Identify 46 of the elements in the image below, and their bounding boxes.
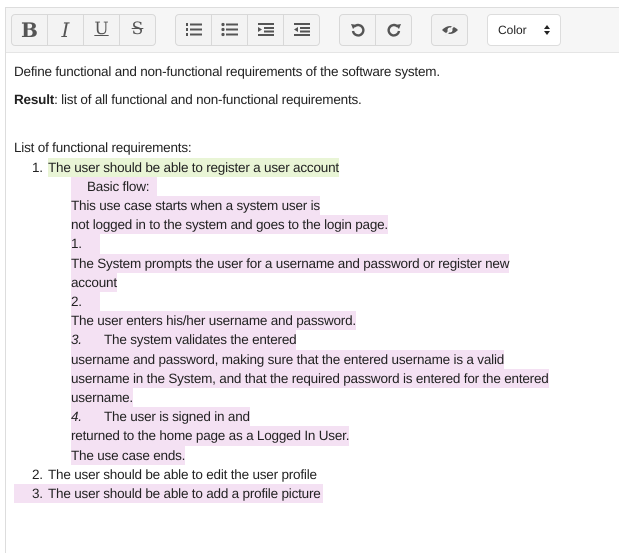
outdent-icon xyxy=(292,22,310,38)
step-text: The system validates the entered xyxy=(104,331,296,350)
indent-button[interactable] xyxy=(247,14,284,46)
flow-text: username and password, making sure that the entered username is a valid xyxy=(71,350,504,369)
step-number: 3. xyxy=(71,331,83,350)
step-text: The user is signed in and xyxy=(104,408,250,426)
undo-button[interactable] xyxy=(339,14,376,46)
list-title: List of functional requirements: xyxy=(14,139,192,158)
redo-button[interactable] xyxy=(375,14,412,46)
bold-button[interactable]: B xyxy=(11,14,48,46)
flow-text: returned to the home page as a Logged In User. xyxy=(71,426,350,446)
italic-button[interactable]: I xyxy=(47,14,84,46)
redo-icon xyxy=(386,22,402,38)
list-item-text: The user should be able to add a profile picture xyxy=(48,485,321,504)
outdent-button[interactable] xyxy=(283,14,320,46)
flow-text: The System prompts the user for a username and password or register new xyxy=(71,254,510,273)
bullet-list-icon xyxy=(220,22,238,38)
list-item-text: The user should be able to register a user account xyxy=(48,158,339,177)
list-item-text: The user should be able to edit the user profile xyxy=(48,466,317,484)
flow-text: not logged in to the system and goes to the login page. xyxy=(71,215,388,234)
list-marker: 3. xyxy=(32,485,44,504)
underline-button[interactable]: U xyxy=(83,14,120,46)
flow-text: account xyxy=(71,272,117,292)
list-marker: 2. xyxy=(32,466,44,484)
hide-button[interactable] xyxy=(431,14,468,46)
flow-text: The user enters his/her username and password. xyxy=(71,311,356,330)
flow-text: This use case starts when a system user is xyxy=(71,196,320,216)
flow-text: username. xyxy=(71,388,133,408)
numbered-list-icon xyxy=(184,22,202,38)
stepper-icon xyxy=(544,25,550,35)
undo-icon xyxy=(350,22,366,38)
flow-text: username in the System, and that the required password is entered for the entered xyxy=(71,368,549,388)
step-number: 1. xyxy=(71,234,100,254)
paragraph: Result: list of all functional and non-functional requirements. xyxy=(14,91,363,110)
ordered-list-button[interactable] xyxy=(175,14,212,46)
hidden-eye-icon xyxy=(440,23,458,37)
indent-icon xyxy=(256,22,274,38)
color-select[interactable]: Color xyxy=(487,14,561,46)
flow-text: The use case ends. xyxy=(71,446,186,465)
bullet-list-button[interactable] xyxy=(211,14,248,46)
step-number: 4. xyxy=(71,408,83,426)
flow-heading: Basic flow: xyxy=(71,176,158,196)
list-marker: 1. xyxy=(32,158,44,177)
strike-button[interactable]: S xyxy=(119,14,156,46)
step-number: 2. xyxy=(71,292,100,312)
paragraph: Define functional and non-functional requirements of the software system. xyxy=(14,63,441,81)
